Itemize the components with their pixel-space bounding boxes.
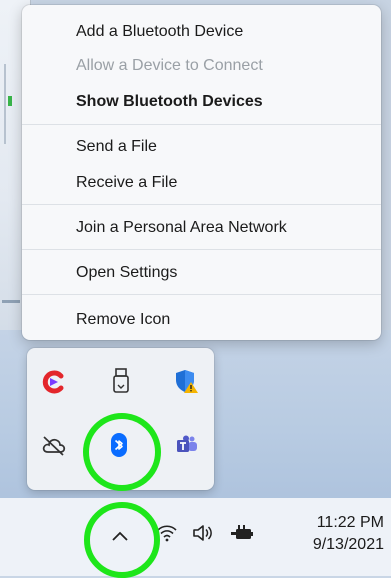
- menu-separator: [22, 294, 381, 295]
- teams-icon[interactable]: [173, 431, 201, 459]
- menu-item-join-personal-area-network[interactable]: Join a Personal Area Network: [22, 213, 381, 243]
- window-accent-mark: [8, 96, 12, 106]
- usb-drive-icon[interactable]: [107, 367, 135, 395]
- menu-item-allow-device-connect: Allow a Device to Connect: [76, 57, 263, 74]
- clock-time: 11:22 PM: [316, 514, 384, 531]
- tray-overflow-flyout: [27, 348, 214, 490]
- menu-item-open-settings[interactable]: Open Settings: [22, 258, 381, 288]
- menu-item-send-file[interactable]: Send a File: [22, 132, 381, 162]
- window-border-line: [4, 64, 6, 144]
- window-scroll-mark: [2, 300, 20, 303]
- taskbar: 11:22 PM 9/13/2021: [0, 498, 391, 576]
- clock-date: 9/13/2021: [312, 536, 384, 553]
- menu-item-remove-icon[interactable]: Remove Icon: [22, 305, 381, 335]
- taskbar-clock[interactable]: 11:22 PM 9/13/2021: [274, 512, 384, 556]
- battery-icon[interactable]: [230, 522, 254, 544]
- menu-item-receive-file[interactable]: Receive a File: [22, 168, 381, 198]
- chevron-up-icon[interactable]: [108, 524, 132, 548]
- speaker-icon[interactable]: [191, 522, 213, 544]
- menu-separator: [22, 204, 381, 205]
- bluetooth-context-menu: Add a Bluetooth Device Allow a Device to…: [22, 5, 381, 340]
- onedrive-offline-icon[interactable]: [40, 431, 68, 459]
- wifi-icon[interactable]: [156, 522, 178, 544]
- menu-separator: [22, 124, 381, 125]
- security-warning-icon[interactable]: [172, 367, 200, 395]
- bluetooth-icon[interactable]: [105, 431, 133, 459]
- desktop-strip: [380, 0, 391, 330]
- menu-item-add-bluetooth-device[interactable]: Add a Bluetooth Device: [22, 17, 381, 47]
- app-c-icon[interactable]: [40, 368, 68, 396]
- menu-separator: [22, 249, 381, 250]
- menu-item-show-bluetooth-devices[interactable]: Show Bluetooth Devices: [22, 87, 381, 117]
